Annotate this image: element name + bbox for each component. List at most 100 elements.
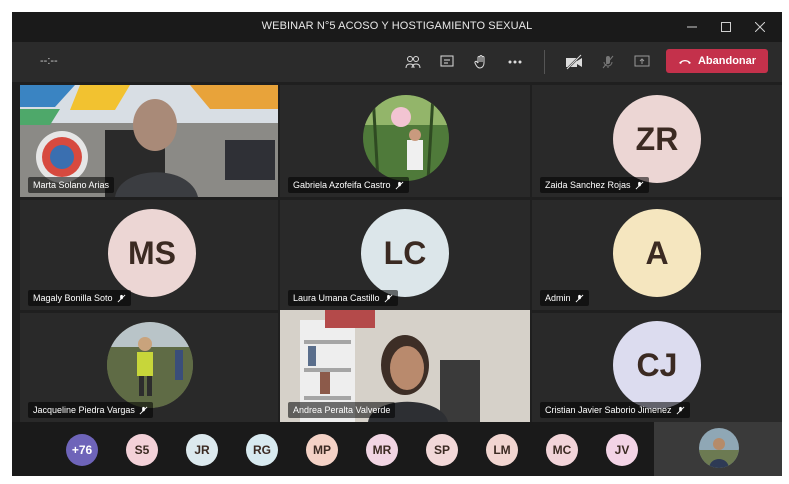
mic-muted-icon <box>635 181 643 189</box>
participant-name-tag: Zaida Sanchez Rojas <box>540 177 649 193</box>
more-options-icon <box>508 60 522 64</box>
participant-chip[interactable]: MR <box>366 434 398 466</box>
chip-label: JR <box>194 443 210 457</box>
toolbar-separator <box>544 50 545 74</box>
participant-tile[interactable]: A Admin <box>532 200 782 310</box>
maximize-button[interactable] <box>712 16 740 38</box>
title-bar: WEBINAR N°5 ACOSO Y HOSTIGAMIENTO SEXUAL <box>12 12 782 42</box>
chip-label: SP <box>433 443 450 457</box>
participant-name: Zaida Sanchez Rojas <box>545 180 631 190</box>
participant-chip[interactable]: JR <box>186 434 218 466</box>
initials-avatar: A <box>613 209 701 297</box>
participant-chip[interactable]: MC <box>546 434 578 466</box>
participant-chip[interactable]: MP <box>306 434 338 466</box>
participant-tile[interactable]: LC Laura Umana Castillo <box>280 200 530 310</box>
camera-off-icon <box>566 54 582 70</box>
chip-label: S5 <box>134 443 150 457</box>
participant-tile[interactable]: Jacqueline Piedra Vargas <box>20 313 278 422</box>
close-icon <box>755 22 765 32</box>
initials-avatar: CJ <box>613 321 701 409</box>
more-options-button[interactable] <box>504 51 526 73</box>
participant-tile[interactable]: ZR Zaida Sanchez Rojas <box>532 85 782 197</box>
avatar-initials: A <box>645 234 669 271</box>
mic-muted-icon <box>676 406 684 414</box>
initials-avatar: LC <box>361 209 449 297</box>
participants-icon <box>405 56 421 69</box>
initials-avatar: ZR <box>613 95 701 183</box>
window-controls <box>678 16 774 38</box>
participant-chip[interactable]: LM <box>486 434 518 466</box>
participant-name-tag: Cristian Javier Saborio Jimenez <box>540 402 690 418</box>
participant-tile[interactable]: MS Magaly Bonilla Soto <box>20 200 278 310</box>
chat-button[interactable] <box>436 51 458 73</box>
initials-avatar: MS <box>108 209 196 297</box>
mic-muted-icon <box>384 294 392 302</box>
participant-chip[interactable]: S5 <box>126 434 158 466</box>
participant-name: Jacqueline Piedra Vargas <box>33 405 135 415</box>
participant-name-tag: Jacqueline Piedra Vargas <box>28 402 153 418</box>
participant-tile[interactable]: CJ Cristian Javier Saborio Jimenez <box>532 313 782 422</box>
participant-name: Laura Umana Castillo <box>293 293 380 303</box>
participant-bar: +76 S5 JR RG MP MR SP LM MC JV <box>12 422 654 476</box>
mic-muted-icon <box>575 294 583 302</box>
chip-label: LM <box>493 443 511 457</box>
more-participants-chip[interactable]: +76 <box>66 434 98 466</box>
participant-name-tag: Magaly Bonilla Soto <box>28 290 131 306</box>
toolbar-icons <box>402 50 653 74</box>
participant-name: Admin <box>545 293 571 303</box>
participant-chip[interactable]: SP <box>426 434 458 466</box>
participant-name-tag: Marta Solano Arias <box>28 177 115 193</box>
chip-label: +76 <box>71 443 93 457</box>
participant-name-tag: Laura Umana Castillo <box>288 290 398 306</box>
avatar-initials: CJ <box>636 346 678 383</box>
participant-chip[interactable]: JV <box>606 434 638 466</box>
participant-chip[interactable]: RG <box>246 434 278 466</box>
participants-button[interactable] <box>402 51 424 73</box>
chip-label: JV <box>614 443 630 457</box>
camera-toggle-button[interactable] <box>563 51 585 73</box>
share-screen-button[interactable] <box>631 51 653 73</box>
mic-off-icon <box>602 55 614 69</box>
participant-tile[interactable]: Andrea Peralta Valverde <box>280 310 530 422</box>
avatar-initials: LC <box>383 234 427 271</box>
participant-name: Cristian Javier Saborio Jimenez <box>545 405 672 415</box>
raise-hand-button[interactable] <box>470 51 492 73</box>
leave-button-label: Abandonar <box>697 55 757 67</box>
meeting-window: WEBINAR N°5 ACOSO Y HOSTIGAMIENTO SEXUAL… <box>12 12 782 476</box>
raise-hand-icon <box>474 55 485 69</box>
chip-label: MP <box>313 443 331 457</box>
participant-name-tag: Admin <box>540 290 589 306</box>
avatar-initials: MS <box>128 234 176 271</box>
participant-name-tag: Gabriela Azofeifa Castro <box>288 177 409 193</box>
mic-muted-icon <box>395 181 403 189</box>
close-button[interactable] <box>746 16 774 38</box>
chip-label: MR <box>372 443 392 457</box>
participant-photo <box>107 322 193 408</box>
hang-up-icon <box>678 60 691 64</box>
chip-label: MC <box>552 443 572 457</box>
participant-chips: +76 S5 JR RG MP MR SP LM MC JV <box>66 434 638 466</box>
participant-tile[interactable]: Gabriela Azofeifa Castro <box>280 85 530 197</box>
participant-photo <box>363 95 449 181</box>
share-screen-icon <box>634 55 650 67</box>
participant-name-tag: Andrea Peralta Valverde <box>288 402 396 418</box>
video-grid: Marta Solano Arias Gabriela Azofeifa Cas… <box>12 82 782 422</box>
chip-label: RG <box>253 443 271 457</box>
meeting-toolbar: --:-- Abandonar <box>12 42 782 82</box>
leave-button[interactable]: Abandonar <box>666 49 768 73</box>
avatar-initials: ZR <box>635 120 679 157</box>
participant-name: Gabriela Azofeifa Castro <box>293 180 391 190</box>
chat-icon <box>440 55 454 67</box>
participant-name: Andrea Peralta Valverde <box>293 405 391 415</box>
mic-muted-icon <box>117 294 125 302</box>
maximize-icon <box>721 22 731 32</box>
window-title: WEBINAR N°5 ACOSO Y HOSTIGAMIENTO SEXUAL <box>261 20 533 32</box>
mic-toggle-button[interactable] <box>597 51 619 73</box>
participant-name: Magaly Bonilla Soto <box>33 293 113 303</box>
self-view[interactable] <box>654 422 782 476</box>
minimize-icon <box>687 26 697 28</box>
minimize-button[interactable] <box>678 16 706 38</box>
participant-name: Marta Solano Arias <box>33 180 110 190</box>
mic-muted-icon <box>139 406 148 414</box>
participant-tile[interactable]: Marta Solano Arias <box>20 85 278 197</box>
